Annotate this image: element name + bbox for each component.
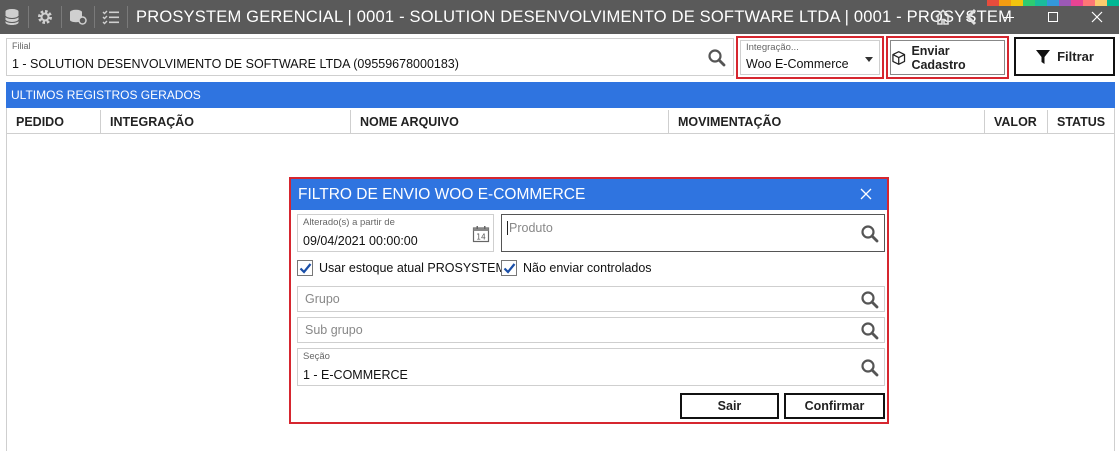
usar-estoque-checkbox[interactable]: Usar estoque atual PROSYSTEM — [297, 260, 506, 276]
enviar-cadastro-highlight: Enviar Cadastro — [886, 36, 1009, 79]
checkbox-box[interactable] — [297, 260, 313, 276]
window-controls — [929, 0, 1119, 34]
search-icon[interactable] — [860, 358, 880, 382]
alterado-label: Alterado(s) a partir de — [303, 217, 395, 228]
sair-button[interactable]: Sair — [680, 393, 779, 419]
column-header-status[interactable]: STATUS — [1048, 110, 1114, 134]
box-icon — [892, 50, 906, 65]
minimize-button[interactable] — [987, 0, 1031, 34]
filtrar-label: Filtrar — [1057, 49, 1094, 64]
integracao-dropdown-highlight: Integração... Woo E-Commerce — [736, 36, 884, 79]
search-icon[interactable] — [707, 48, 727, 68]
secao-field[interactable]: Seção 1 - E-COMMERCE — [297, 348, 885, 386]
maximize-button[interactable] — [1031, 0, 1075, 34]
close-icon[interactable] — [858, 186, 874, 202]
secao-value: 1 - E-COMMERCE — [303, 368, 408, 382]
database-sync-icon[interactable] — [66, 0, 90, 34]
separator — [127, 6, 128, 28]
search-icon[interactable] — [860, 290, 880, 314]
integracao-label: Integração... — [746, 42, 799, 53]
column-header-pedido[interactable]: PEDIDO — [7, 110, 101, 134]
modal-header: FILTRO DE ENVIO WOO E-COMMERCE — [291, 179, 887, 210]
gear-icon[interactable] — [33, 0, 57, 34]
enviar-cadastro-label: Enviar Cadastro — [911, 43, 966, 72]
database-icon[interactable] — [0, 0, 24, 34]
checklist-icon[interactable] — [99, 0, 123, 34]
search-icon[interactable] — [860, 321, 880, 345]
grid-header: PEDIDO INTEGRAÇÃO NOME ARQUIVO MOVIMENTA… — [7, 110, 1114, 134]
separator — [94, 6, 95, 28]
column-header-nome-arquivo[interactable]: NOME ARQUIVO — [351, 110, 669, 134]
calendar-icon[interactable]: 14 — [472, 225, 490, 247]
alterado-value: 09/04/2021 00:00:00 — [303, 234, 418, 248]
produto-field[interactable]: Produto — [501, 214, 885, 252]
section-header: ULTIMOS REGISTROS GERADOS — [6, 82, 1115, 108]
grupo-field[interactable]: Grupo — [297, 286, 885, 312]
usar-estoque-label: Usar estoque atual PROSYSTEM — [319, 261, 506, 275]
modal-title: FILTRO DE ENVIO WOO E-COMMERCE — [298, 185, 586, 203]
filter-modal: FILTRO DE ENVIO WOO E-COMMERCE Alterado(… — [289, 177, 889, 424]
home-icon[interactable] — [929, 0, 957, 34]
integracao-dropdown[interactable]: Integração... Woo E-Commerce — [740, 40, 880, 75]
subgrupo-field[interactable]: Sub grupo — [297, 317, 885, 343]
separator — [28, 6, 29, 28]
checkmark-icon — [503, 262, 515, 274]
section-title: ULTIMOS REGISTROS GERADOS — [11, 88, 201, 102]
svg-text:14: 14 — [476, 233, 486, 242]
filter-icon — [1036, 49, 1051, 64]
checkbox-box[interactable] — [501, 260, 517, 276]
column-header-valor[interactable]: VALOR — [985, 110, 1048, 134]
filial-value: 1 - SOLUTION DESENVOLVIMENTO DE SOFTWARE… — [12, 57, 459, 71]
close-button[interactable] — [1075, 0, 1119, 34]
nao-enviar-checkbox[interactable]: Não enviar controlados — [501, 260, 652, 276]
filial-label: Filial — [12, 41, 31, 51]
text-cursor — [507, 221, 508, 235]
back-icon[interactable] — [957, 0, 987, 34]
confirmar-button[interactable]: Confirmar — [784, 393, 885, 419]
produto-placeholder: Produto — [509, 221, 553, 235]
window-title: PROSYSTEM GERENCIAL | 0001 - SOLUTION DE… — [136, 7, 1013, 26]
separator — [61, 6, 62, 28]
search-icon[interactable] — [860, 224, 880, 248]
chevron-down-icon — [865, 57, 873, 62]
nao-enviar-label: Não enviar controlados — [523, 261, 652, 275]
grupo-placeholder: Grupo — [305, 292, 340, 306]
column-header-movimentacao[interactable]: MOVIMENTAÇÃO — [669, 110, 985, 134]
title-bar: PROSYSTEM GERENCIAL | 0001 - SOLUTION DE… — [0, 0, 1119, 34]
secao-label: Seção — [303, 351, 330, 362]
subgrupo-placeholder: Sub grupo — [305, 323, 363, 337]
enviar-cadastro-button[interactable]: Enviar Cadastro — [890, 40, 1005, 75]
column-header-integracao[interactable]: INTEGRAÇÃO — [101, 110, 351, 134]
integracao-value: Woo E-Commerce — [746, 57, 849, 71]
filtrar-button[interactable]: Filtrar — [1014, 37, 1115, 76]
checkmark-icon — [299, 262, 311, 274]
alterado-date-field[interactable]: Alterado(s) a partir de 09/04/2021 00:00… — [297, 214, 494, 252]
filial-field[interactable]: Filial 1 - SOLUTION DESENVOLVIMENTO DE S… — [6, 38, 734, 76]
